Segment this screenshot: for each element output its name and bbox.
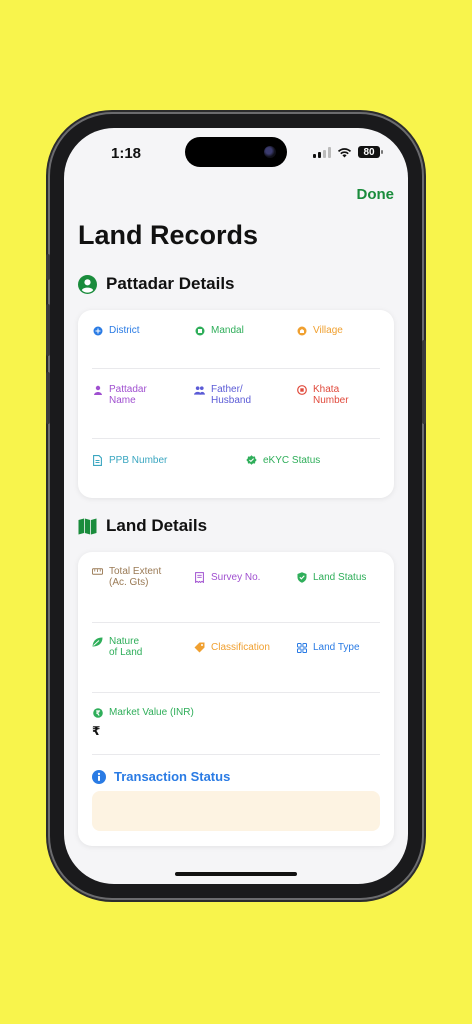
transaction-status-header: Transaction Status [92, 769, 230, 784]
pattadar-heading: Pattadar Details [106, 274, 235, 293]
land-card: Total Extent (Ac. Gts) Survey No. Land S… [78, 552, 394, 846]
volume-up-button [46, 304, 50, 356]
survey-no-label: Survey No. [211, 572, 261, 583]
receipt-icon [194, 572, 205, 583]
ppb-number-field: PPB Number [92, 455, 167, 466]
status-time: 1:18 [111, 145, 142, 162]
people-icon [194, 384, 205, 395]
map-icon [78, 518, 97, 534]
tag-icon [194, 642, 205, 653]
survey-no-field: Survey No. [194, 572, 260, 583]
ppb-number-label: PPB Number [109, 455, 168, 466]
divider [92, 622, 380, 623]
total-extent-label: Total Extent (Ac. Gts) [109, 566, 162, 588]
leaf-icon [92, 636, 103, 647]
father-husband-field: Father/ Husband [194, 384, 274, 406]
pattadar-name-field: Pattadar Name [92, 384, 172, 406]
cellular-signal-icon [313, 146, 331, 158]
divider [92, 692, 380, 693]
land-type-field: Land Type [296, 642, 360, 653]
pattadar-card: District Mandal Village Pattadar Name Fa… [78, 310, 394, 498]
person-circle-icon [78, 274, 97, 294]
khata-number-label: Khata Number [313, 384, 349, 406]
khata-icon [296, 384, 307, 395]
dynamic-island [185, 137, 287, 167]
mandal-icon [194, 325, 205, 336]
nature-of-land-field: Nature of Land [92, 636, 172, 658]
home-indicator[interactable] [175, 872, 297, 876]
camera-icon [264, 146, 276, 158]
mandal-field: Mandal [194, 325, 244, 336]
nature-of-land-label: Nature of Land [109, 636, 143, 658]
land-section-header: Land Details [78, 516, 207, 536]
rupee-circle-icon: ₹ [92, 707, 103, 718]
shield-check-icon [296, 572, 307, 583]
village-label: Village [313, 325, 343, 336]
svg-text:₹: ₹ [95, 709, 100, 717]
action-button [46, 254, 50, 280]
village-field: Village [296, 325, 343, 336]
divider [92, 368, 380, 369]
ruler-icon [92, 566, 103, 577]
land-heading: Land Details [106, 516, 208, 535]
mandal-label: Mandal [211, 325, 244, 336]
page-title: Land Records [78, 220, 259, 250]
divider [92, 438, 380, 439]
divider [92, 754, 380, 755]
info-icon [92, 769, 106, 784]
wifi-icon [337, 147, 352, 157]
volume-down-button [46, 372, 50, 424]
khata-number-field: Khata Number [296, 384, 376, 406]
transaction-status-box [92, 791, 380, 831]
land-status-label: Land Status [313, 572, 367, 583]
done-button[interactable]: Done [357, 186, 395, 203]
village-icon [296, 325, 307, 336]
land-status-field: Land Status [296, 572, 366, 583]
transaction-status-heading: Transaction Status [114, 769, 231, 784]
father-husband-label: Father/ Husband [211, 384, 252, 406]
person-icon [92, 384, 103, 395]
battery-icon: 80 [358, 146, 383, 158]
district-icon [92, 325, 103, 336]
classification-field: Classification [194, 642, 270, 653]
market-value-label: Market Value (INR) [109, 707, 194, 718]
ekyc-status-field: eKYC Status [246, 455, 320, 466]
grid-icon [296, 642, 307, 653]
ekyc-status-label: eKYC Status [263, 455, 321, 466]
classification-label: Classification [211, 642, 270, 653]
document-icon [92, 455, 103, 466]
district-label: District [109, 325, 140, 336]
status-indicators: 80 [313, 146, 383, 158]
market-value-amount: ₹ [92, 724, 101, 738]
land-type-label: Land Type [313, 642, 360, 653]
market-value-field: ₹ Market Value (INR) [92, 707, 194, 718]
verified-badge-icon [246, 455, 257, 466]
total-extent-field: Total Extent (Ac. Gts) [92, 566, 182, 588]
power-button [422, 340, 426, 424]
pattadar-section-header: Pattadar Details [78, 274, 235, 294]
phone-screen: 1:18 80 Done Land Records Pattadar Detai… [64, 128, 408, 884]
pattadar-name-label: Pattadar Name [109, 384, 147, 406]
district-field: District [92, 325, 140, 336]
